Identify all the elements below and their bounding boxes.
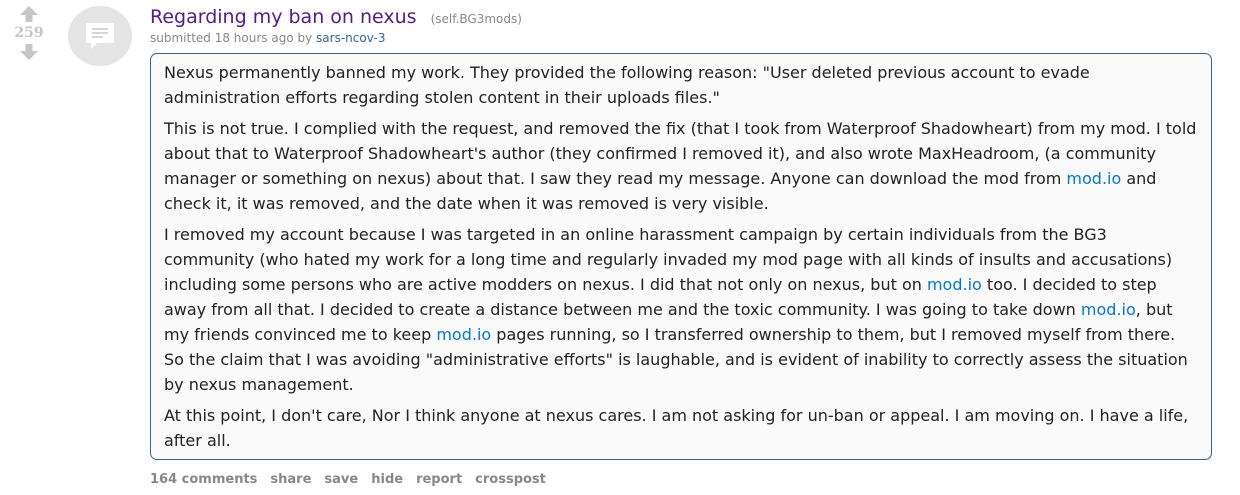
self-post-thumbnail[interactable] — [68, 6, 132, 66]
author-link[interactable]: sars-ncov-3 — [316, 31, 385, 45]
crosspost-button[interactable]: crosspost — [475, 472, 546, 487]
tagline-prefix: submitted 18 hours ago by — [150, 31, 313, 45]
upvote-arrow-icon[interactable] — [20, 6, 38, 22]
body-paragraph-2: This is not true. I complied with the re… — [164, 116, 1199, 216]
modio-link[interactable]: mod.io — [1081, 300, 1136, 319]
title-row: Regarding my ban on nexus (self.BG3mods) — [150, 4, 1228, 30]
body-paragraph-3: I removed my account because I was targe… — [164, 222, 1199, 397]
downvote-arrow-icon[interactable] — [20, 44, 38, 60]
hide-button[interactable]: hide — [371, 472, 403, 487]
tagline: submitted 18 hours ago by sars-ncov-3 — [150, 30, 1228, 46]
comments-button[interactable]: 164 comments — [150, 472, 257, 487]
modio-link[interactable]: mod.io — [436, 325, 491, 344]
post-title[interactable]: Regarding my ban on nexus — [150, 4, 417, 30]
body-paragraph-1: Nexus permanently banned my work. They p… — [164, 63, 1090, 107]
self-post-text-icon — [86, 23, 114, 49]
post-entry: Regarding my ban on nexus (self.BG3mods)… — [150, 4, 1228, 487]
post-body: Nexus permanently banned my work. They p… — [150, 53, 1212, 460]
body-paragraph-4: At this point, I don't care, Nor I think… — [164, 406, 1189, 450]
report-button[interactable]: report — [416, 472, 462, 487]
save-button[interactable]: save — [324, 472, 358, 487]
modio-link[interactable]: mod.io — [1066, 169, 1121, 188]
post-buttons: 164 comments share save hide report cros… — [150, 472, 1228, 487]
modio-link[interactable]: mod.io — [927, 275, 982, 294]
p2-text-1: This is not true. I complied with the re… — [164, 119, 1197, 188]
score: 259 — [14, 25, 44, 41]
post-domain[interactable]: (self.BG3mods) — [431, 12, 522, 26]
share-button[interactable]: share — [270, 472, 311, 487]
vote-column: 259 — [8, 6, 50, 60]
